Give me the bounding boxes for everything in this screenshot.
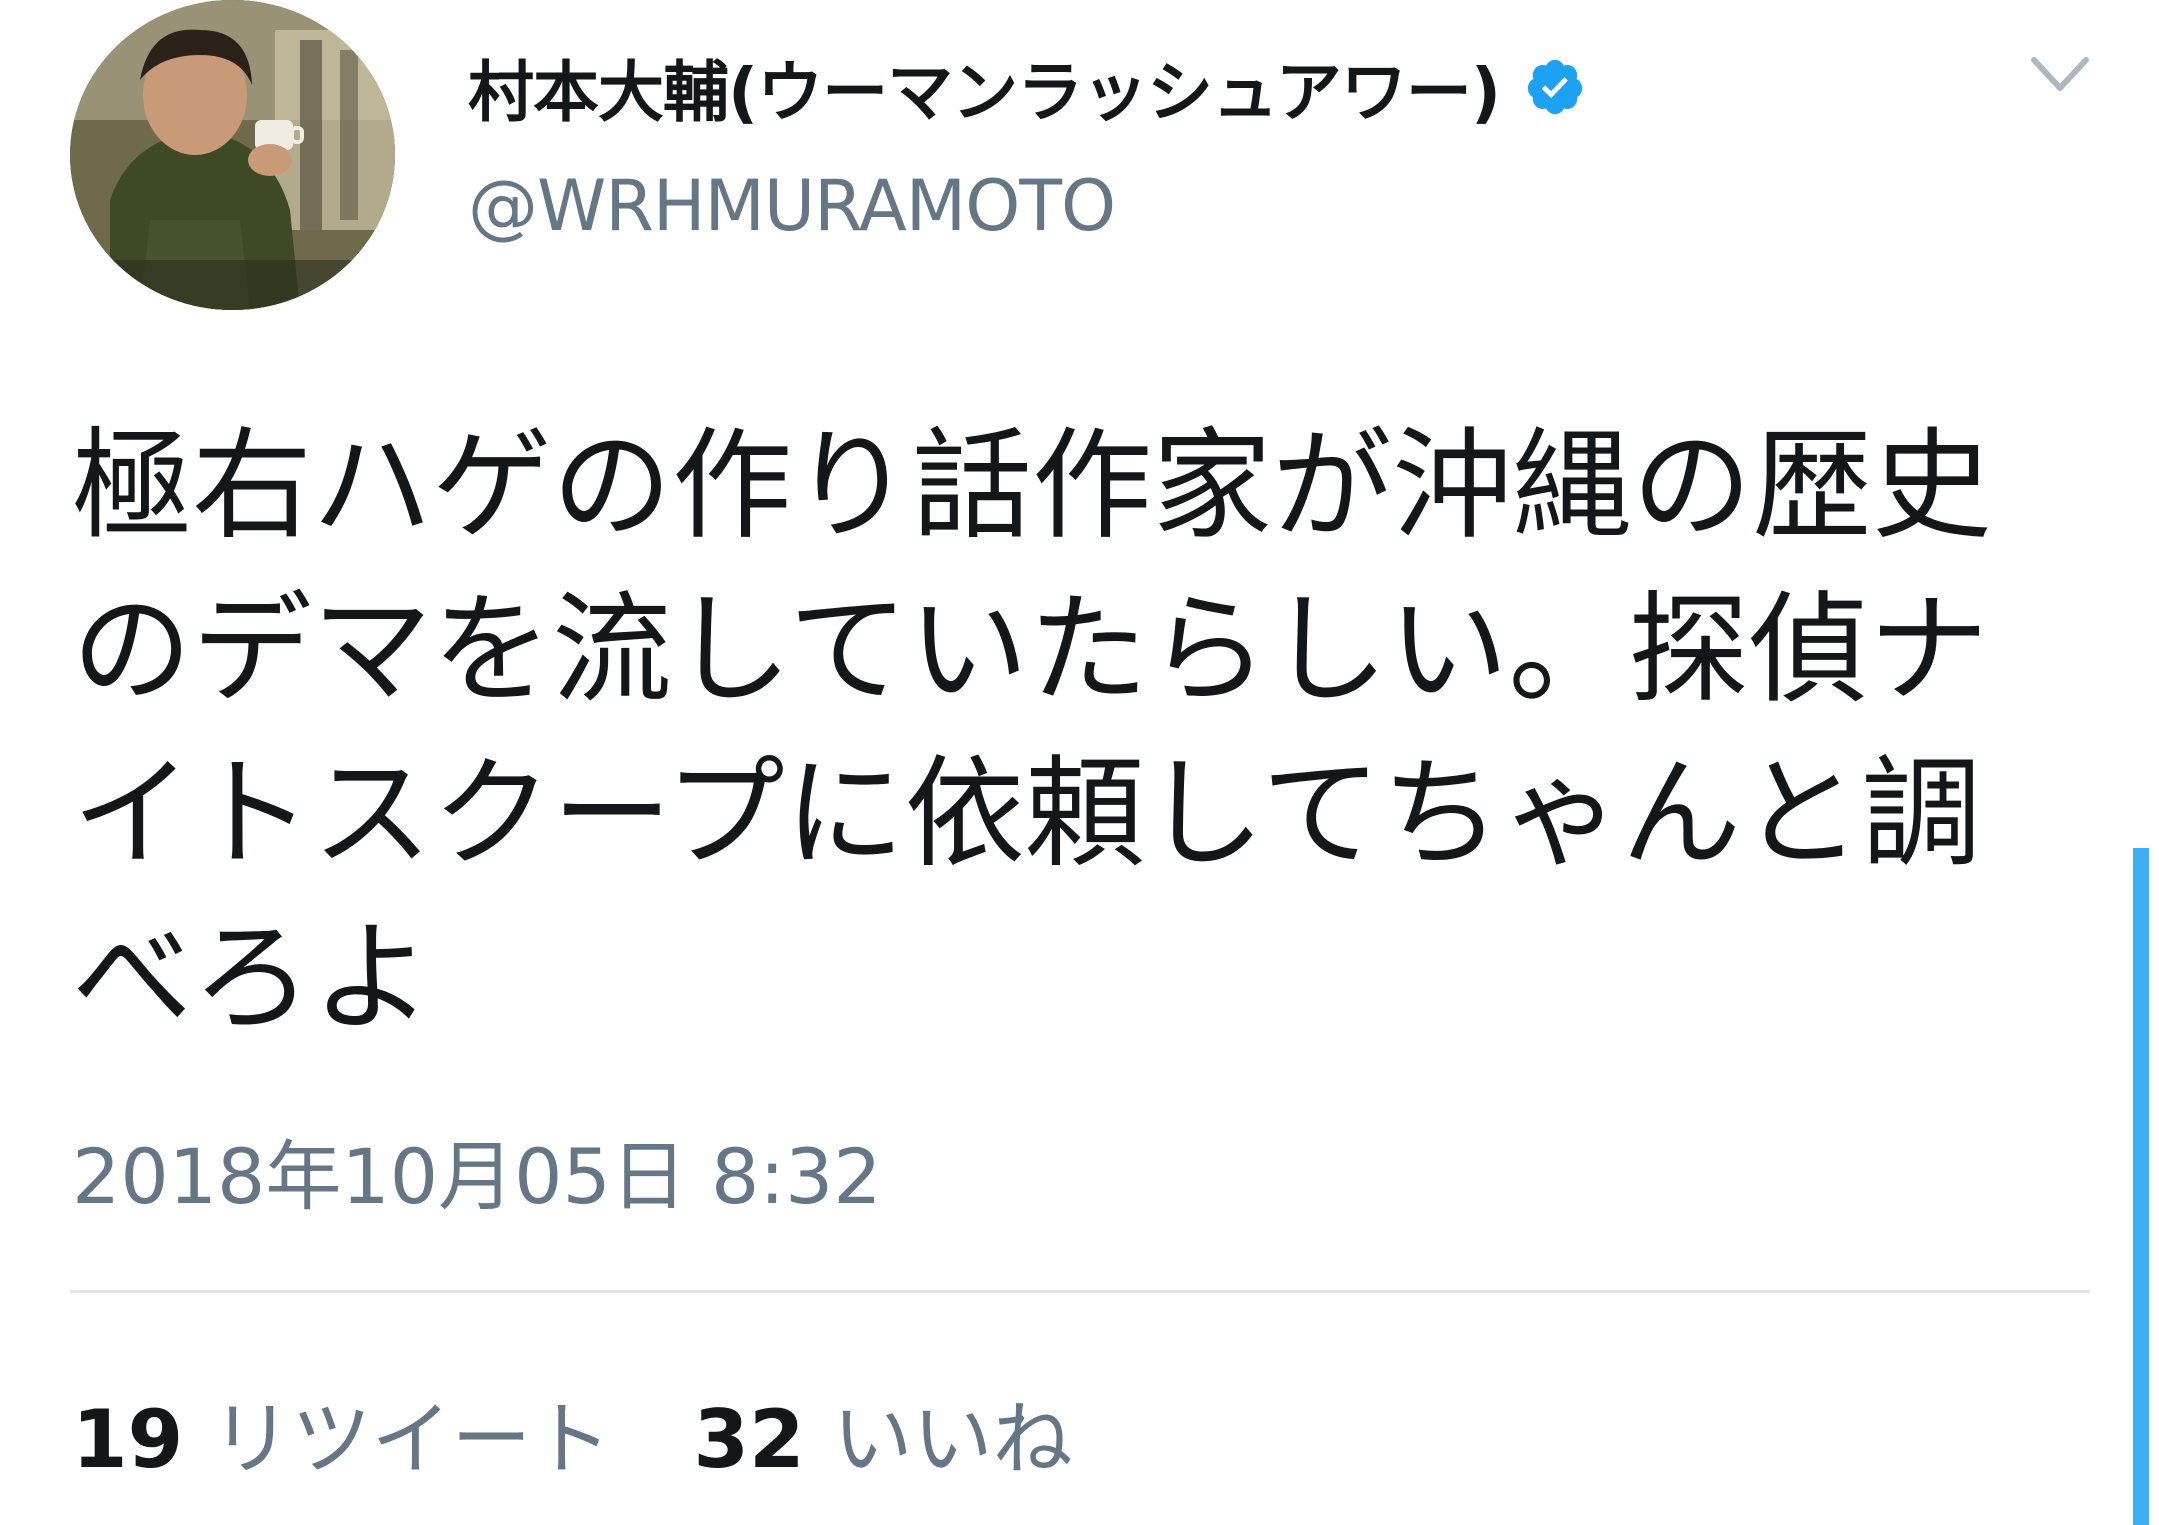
chevron-down-icon[interactable]	[2028, 50, 2092, 100]
retweets-label: リツイート	[211, 1393, 612, 1486]
tweet-text: 極右ハゲの作り話作家が沖縄の歴史のデマを流していたらしい。探偵ナイトスクープに依…	[72, 417, 1992, 1048]
tweet-stats: 19 リツイート 32 いいね	[72, 1375, 1073, 1491]
likes-stat[interactable]: 32 いいね	[693, 1375, 1072, 1491]
retweets-count: 19	[72, 1393, 184, 1486]
display-name-row[interactable]: 村本大輔(ウーマンラッシュアワー)	[468, 42, 1586, 132]
user-handle[interactable]: @WRHMURAMOTO	[468, 165, 1116, 247]
avatar[interactable]	[70, 0, 395, 310]
scrollbar[interactable]	[2133, 848, 2149, 1525]
profile-photo	[70, 0, 395, 310]
display-name[interactable]: 村本大輔(ウーマンラッシュアワー)	[468, 39, 1501, 135]
tweet-timestamp[interactable]: 2018年10月05日 8:32	[72, 1115, 882, 1225]
likes-label: いいね	[832, 1393, 1073, 1486]
likes-count: 32	[693, 1393, 805, 1486]
tweet-card: 村本大輔(ウーマンラッシュアワー) @WRHMURAMOTO 極右ハゲの作り話作…	[0, 0, 2159, 1525]
retweets-stat[interactable]: 19 リツイート	[72, 1375, 611, 1491]
verified-badge-icon	[1524, 56, 1586, 118]
divider	[70, 1290, 2090, 1293]
